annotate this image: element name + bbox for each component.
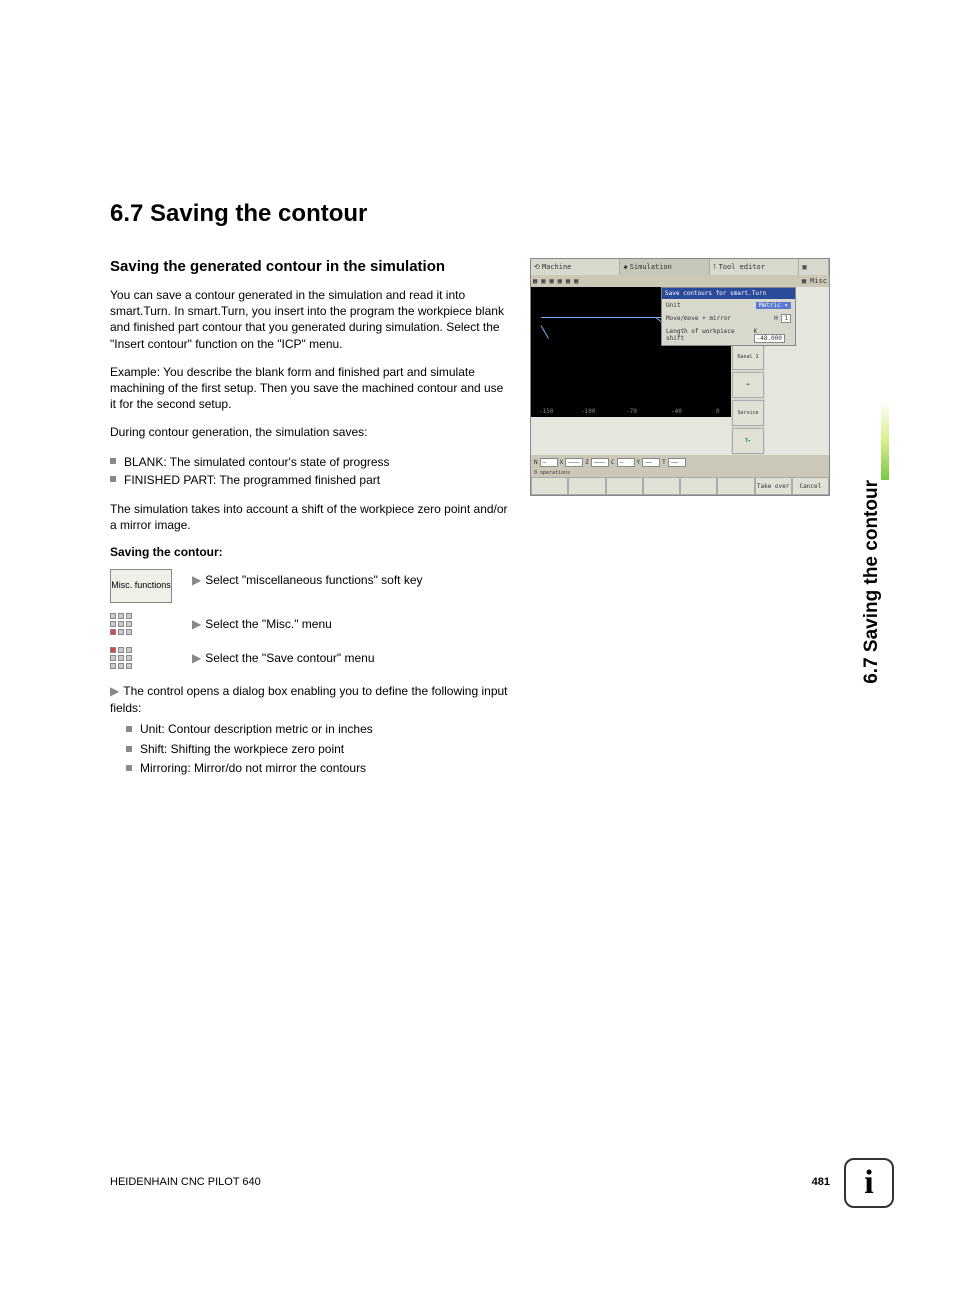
- softkey[interactable]: [606, 477, 643, 495]
- procedure-step: ▶The control opens a dialog box enabling…: [110, 683, 510, 778]
- list-item: FINISHED PART: The programmed finished p…: [110, 471, 510, 489]
- save-contour-dialog: Save contours for smart.Turn Unit Metric…: [661, 287, 796, 346]
- list-item: BLANK: The simulated contour's state of …: [110, 453, 510, 471]
- tab-simulation[interactable]: ◆Simulation: [620, 259, 709, 275]
- procedure-title: Saving the contour:: [110, 545, 510, 559]
- status-bar: N— X——— Z——— C— Y—— T——: [531, 455, 829, 469]
- simulation-screenshot: ⟲Machine ◆Simulation ⊺Tool editor ▦ ▦▦▦▦…: [530, 258, 830, 496]
- step-text: Select "miscellaneous functions" soft ke…: [205, 573, 422, 587]
- side-tab: 6.7 Saving the contour: [859, 200, 889, 480]
- list-item: Shift: Shifting the workpiece zero point: [126, 740, 510, 759]
- tab-tool-editor[interactable]: ⊺Tool editor: [710, 259, 799, 275]
- softkey-misc-functions[interactable]: Misc. functions: [110, 569, 172, 603]
- triangle-bullet-icon: ▶: [192, 573, 201, 587]
- step-text: Select the "Save contour" menu: [205, 651, 374, 665]
- step-text: Select the "Misc." menu: [205, 617, 332, 631]
- side-button-kanal[interactable]: Kanal 1: [732, 344, 764, 370]
- triangle-bullet-icon: ▶: [192, 651, 201, 665]
- footer-product: HEIDENHAIN CNC PILOT 640: [110, 1176, 261, 1188]
- softkey[interactable]: [717, 477, 754, 495]
- list-item: Unit: Contour description metric or in i…: [126, 720, 510, 739]
- length-shift-label: Length of workpiece shift: [666, 328, 754, 342]
- unit-label: Unit: [666, 302, 680, 309]
- softkey-bar: Take over Cancel: [531, 477, 829, 495]
- side-button-service[interactable]: Service: [732, 400, 764, 426]
- tab-machine[interactable]: ⟲Machine: [531, 259, 620, 275]
- softkey[interactable]: [531, 477, 568, 495]
- paragraph: You can save a contour generated in the …: [110, 287, 510, 352]
- page-number: 481: [812, 1176, 830, 1188]
- softkey-take-over[interactable]: Take over: [755, 477, 792, 495]
- section-heading: 6.7 Saving the contour: [110, 200, 830, 228]
- procedure-step: ▶ Select the "Misc." menu: [110, 613, 510, 637]
- info-icon: i: [844, 1158, 894, 1208]
- softkey-cancel[interactable]: Cancel: [792, 477, 829, 495]
- side-button-tool[interactable]: T▸: [732, 428, 764, 454]
- softkey[interactable]: [568, 477, 605, 495]
- side-tab-label: 6.7 Saving the contour: [861, 480, 883, 684]
- page-footer: HEIDENHAIN CNC PILOT 640 481: [110, 1176, 830, 1188]
- move-mirror-input[interactable]: 1: [781, 314, 791, 323]
- triangle-bullet-icon: ▶: [110, 684, 119, 698]
- paragraph: The simulation takes into account a shif…: [110, 501, 510, 533]
- menu-grid-icon[interactable]: [110, 613, 134, 637]
- tab-blank[interactable]: ▦: [799, 259, 829, 275]
- softkey[interactable]: [680, 477, 717, 495]
- subsection-heading: Saving the generated contour in the simu…: [110, 258, 510, 275]
- bullet-list: BLANK: The simulated contour's state of …: [110, 453, 510, 489]
- dialog-title: Save contours for smart.Turn: [662, 288, 795, 299]
- operations-count: 0 operations: [531, 469, 829, 477]
- softkey[interactable]: [643, 477, 680, 495]
- length-shift-input[interactable]: -48.000: [754, 334, 785, 343]
- paragraph: During contour generation, the simulatio…: [110, 424, 510, 440]
- step-text: The control opens a dialog box enabling …: [110, 684, 508, 715]
- triangle-bullet-icon: ▶: [192, 617, 201, 631]
- procedure-step: Misc. functions ▶ Select "miscellaneous f…: [110, 569, 510, 603]
- side-tab-gradient: [881, 400, 889, 480]
- paragraph: Example: You describe the blank form and…: [110, 364, 510, 413]
- move-mirror-label: Move/move + mirror: [666, 315, 731, 322]
- unit-dropdown[interactable]: Metric ▾: [756, 302, 791, 309]
- side-button[interactable]: ⌨: [732, 372, 764, 398]
- menu-grid-icon[interactable]: [110, 647, 134, 671]
- procedure-step: ▶ Select the "Save contour" menu: [110, 647, 510, 671]
- field-list: Unit: Contour description metric or in i…: [110, 720, 510, 778]
- list-item: Mirroring: Mirror/do not mirror the cont…: [126, 759, 510, 778]
- menu-bar[interactable]: ▦▦▦▦▦▦ ▦Misc: [531, 275, 829, 287]
